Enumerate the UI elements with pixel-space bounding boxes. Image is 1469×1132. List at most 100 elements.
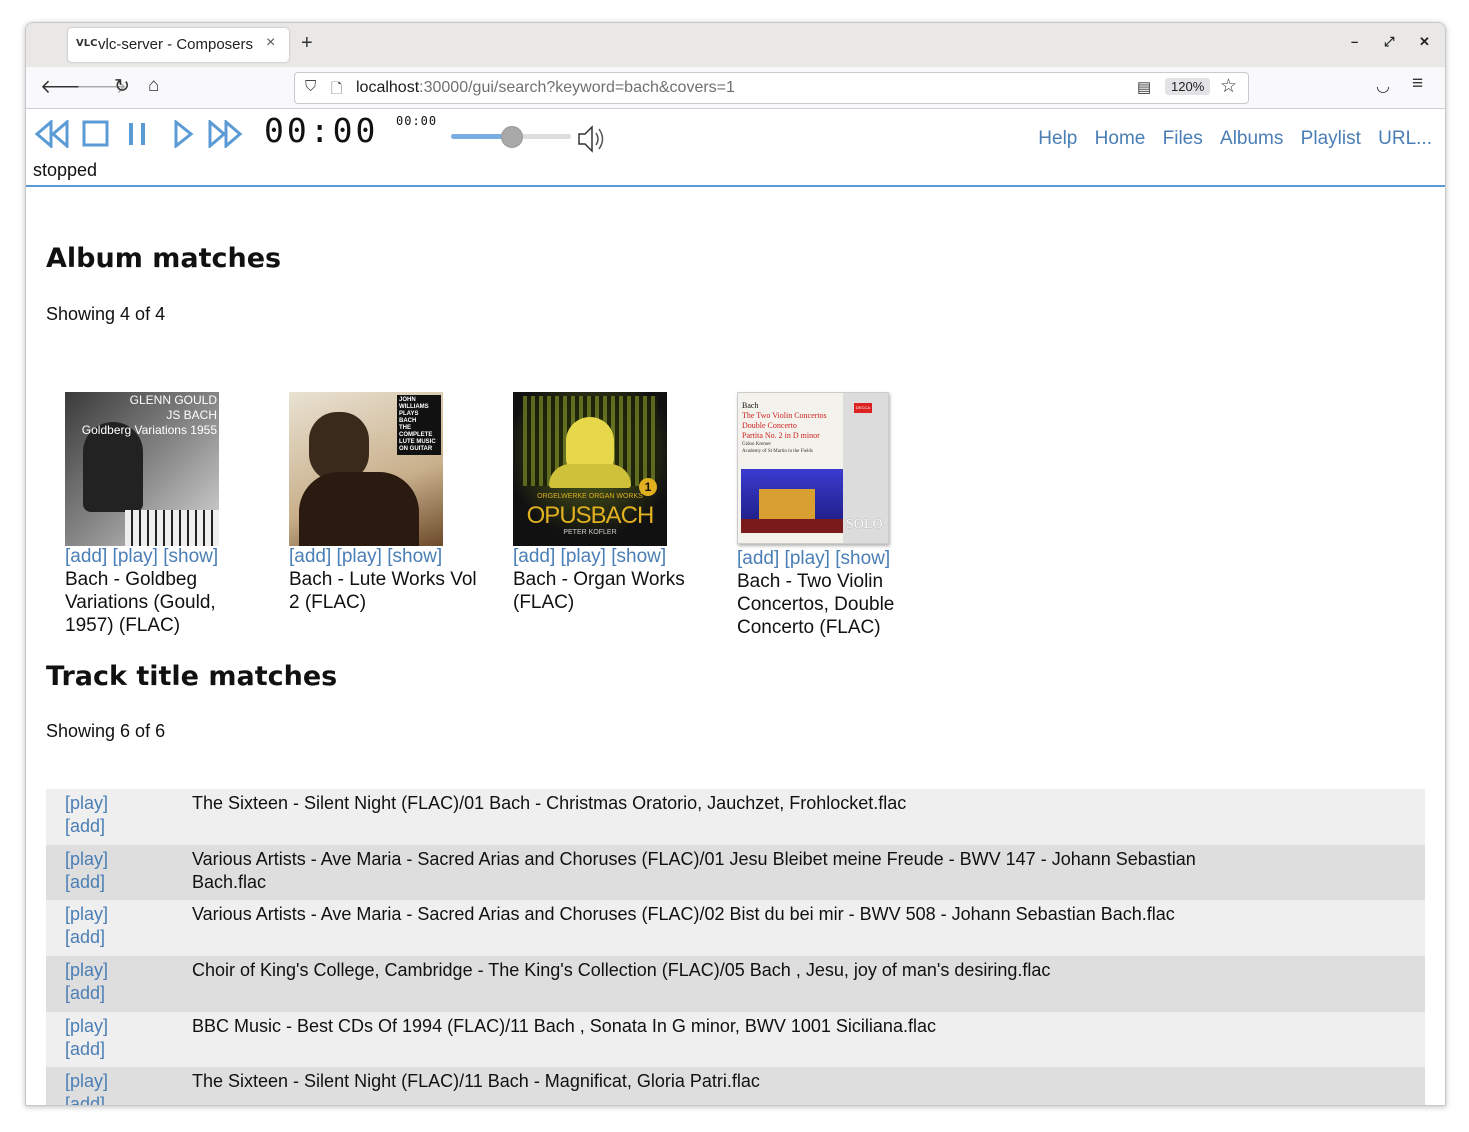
track-add-link[interactable]: [add] [65,1093,108,1105]
close-window-icon[interactable]: ✕ [1419,34,1430,50]
cover-text: SOLO [846,517,883,532]
fast-forward-icon[interactable] [207,120,247,148]
cover-text: JS BACH [166,408,217,422]
rewind-icon[interactable] [33,120,71,148]
track-play-link[interactable]: [play] [65,903,108,926]
cover-text: COMPLETE [399,432,433,438]
track-play-link[interactable]: [play] [65,959,108,982]
volume-slider[interactable] [451,126,571,148]
player-status: stopped [33,160,98,180]
cover-text: Partita No. 2 in D minor [742,431,820,440]
cover-text: Goldberg Variations 1955 [81,423,217,437]
album-actions[interactable]: [add] [play] [show] [289,546,489,568]
cover-text: ON GUITAR [399,446,433,452]
track-play-link[interactable]: [play] [65,1070,108,1093]
minimize-icon[interactable]: – [1351,34,1358,49]
speaker-icon[interactable] [576,123,610,155]
cover-text: PETER KOFLER [563,529,617,536]
track-title: The Sixteen - Silent Night (FLAC)/11 Bac… [192,1071,760,1092]
table-row: [play] [add] Various Artists - Ave Maria … [46,900,1425,957]
album-actions[interactable]: [add] [play] [show] [737,548,937,570]
nav-url-link[interactable]: URL... [1378,128,1432,149]
album-card: 1 ORGELWERKE ORGAN WORKS OPUSBACH PETER … [513,392,713,614]
album-card: DECCA Bach The Two Violin Concertos Doub… [737,392,937,639]
track-title: Choir of King's College, Cambridge - The… [192,960,1051,981]
album-title: Bach - Goldbeg Variations (Gould, 1957) … [65,569,216,636]
page-info-icon[interactable]: 🗋 [331,78,342,102]
home-icon[interactable]: ⌂ [148,75,159,97]
nav-home-link[interactable]: Home [1095,128,1146,149]
shield-icon[interactable]: ⛉ [305,78,316,95]
track-add-link[interactable]: [add] [65,1038,108,1061]
nav-playlist-link[interactable]: Playlist [1301,128,1361,149]
url-bar[interactable]: ⛉ 🗋 localhost:30000/gui/search?keyword=b… [294,72,1249,104]
album-card: JOHN WILLIAMS PLAYS BACH THE COMPLETE LU… [289,392,489,614]
player-bar: 00:00 00:00 stopped Help Home Files Albu… [26,109,1445,187]
album-matches-count: Showing 4 of 4 [46,304,166,324]
pause-icon[interactable] [126,120,154,148]
track-play-link[interactable]: [play] [65,848,108,871]
volume-slider-knob[interactable] [501,126,523,148]
nav-files-link[interactable]: Files [1163,128,1203,149]
album-card: GLENN GOULD JS BACH Goldberg Variations … [65,392,265,637]
album-cover-lute-works[interactable]: JOHN WILLIAMS PLAYS BACH THE COMPLETE LU… [289,392,443,546]
album-actions[interactable]: [add] [play] [show] [513,546,713,568]
restore-icon[interactable]: ⤢ [1384,34,1394,50]
cover-text: Academy of St Martin in the Fields [742,449,813,454]
track-play-link[interactable]: [play] [65,792,108,815]
album-cover-goldberg[interactable]: GLENN GOULD JS BACH Goldberg Variations … [65,392,219,546]
reload-icon[interactable]: ↻ [114,75,130,98]
close-tab-icon[interactable]: × [266,34,275,52]
total-time: 00:00 [396,114,438,128]
hamburger-menu-icon[interactable]: ≡ [1412,73,1423,95]
track-add-link[interactable]: [add] [65,815,108,838]
pocket-icon[interactable]: ◡ [1376,76,1390,96]
track-play-link[interactable]: [play] [65,1015,108,1038]
table-row: [play] [add] Various Artists - Ave Maria … [46,844,1425,901]
stop-icon[interactable] [82,120,110,148]
cover-text: WILLIAMS [399,404,429,410]
track-title: Various Artists - Ave Maria - Sacred Ari… [192,848,1196,892]
elapsed-time: 00:00 [264,111,379,150]
nav-albums-link[interactable]: Albums [1220,128,1283,149]
tab-title: vlc-server - Composers [98,36,254,53]
new-tab-icon[interactable]: + [301,32,313,55]
cover-text: BACH [399,418,417,424]
cover-text: ORGELWERKE ORGAN WORKS [537,493,643,500]
url-path: :30000/gui/search?keyword=bach&covers=1 [419,79,735,96]
reader-view-icon[interactable]: ▤ [1137,78,1151,96]
nav-help-link[interactable]: Help [1038,128,1077,149]
browser-window: VLC vlc-server - Composers × + – ⤢ ✕ 🡐 🡒… [25,22,1446,1106]
cover-guitar [299,472,419,546]
album-cover-organ-works[interactable]: 1 ORGELWERKE ORGAN WORKS OPUSBACH PETER … [513,392,667,546]
cover-violin [741,519,843,533]
track-add-link[interactable]: [add] [65,982,108,1005]
cover-text: JOHN [399,397,416,403]
cover-text: GLENN GOULD [129,393,217,407]
navigation-toolbar: 🡐 🡒 ↻ ⌂ ⛉ 🗋 localhost:30000/gui/search?k… [26,67,1445,109]
album-title: Bach - Organ Works (FLAC) [513,569,685,613]
bookmark-star-icon[interactable]: ☆ [1220,75,1237,98]
album-actions[interactable]: [add] [play] [show] [65,546,265,568]
album-title: Bach - Lute Works Vol 2 (FLAC) [289,569,477,613]
cover-text: OPUSBACH [526,502,655,529]
track-matches-heading: Track title matches [46,661,338,692]
track-add-link[interactable]: [add] [65,926,108,949]
album-cover-violin-concertos[interactable]: DECCA Bach The Two Violin Concertos Doub… [737,392,889,544]
track-list: [play] [add] The Sixteen - Silent Night (… [46,789,1425,1105]
url-text[interactable]: localhost:30000/gui/search?keyword=bach&… [356,79,735,97]
cover-text: Bach [742,401,759,410]
play-icon[interactable] [172,120,196,148]
album-title: Bach - Two Violin Concertos, Double Conc… [737,571,895,638]
cover-text: LUTE MUSIC [399,439,436,445]
url-host: localhost [356,79,420,96]
table-row: [play] [add] The Sixteen - Silent Night (… [46,1067,1425,1105]
table-row: [play] [add] BBC Music - Best CDs Of 1994… [46,1011,1425,1068]
tab-bar: VLC vlc-server - Composers × + – ⤢ ✕ [26,23,1445,67]
zoom-level[interactable]: 120% [1165,78,1211,95]
vlc-favicon-icon: VLC [76,38,98,49]
track-add-link[interactable]: [add] [65,871,108,894]
cover-bust-base [549,464,631,488]
cover-text: THE [399,425,411,431]
tab-vlc-server[interactable]: VLC vlc-server - Composers × [68,28,289,62]
